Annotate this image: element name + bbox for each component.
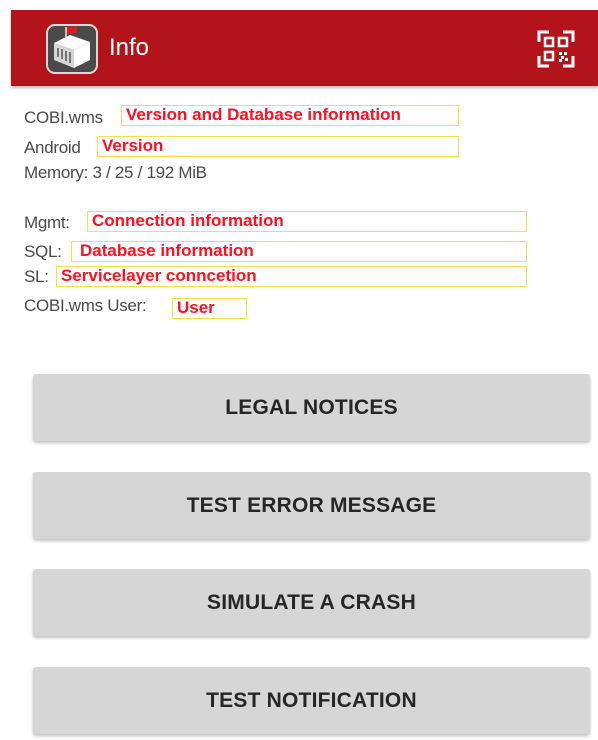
qr-code-scan-icon[interactable] [537, 30, 575, 68]
app-bar: Info [11, 10, 598, 86]
user-annotation: User [172, 298, 247, 319]
simulate-crash-label: SIMULATE A CRASH [207, 590, 416, 614]
mgmt-row: Mgmt: [24, 211, 70, 234]
sql-annotation: Database information [71, 241, 527, 262]
android-annotation: Version [97, 136, 459, 157]
mgmt-label: Mgmt: [24, 212, 70, 232]
page-title: Info [109, 34, 150, 61]
sl-row: SL: [24, 265, 49, 288]
user-label: COBI.wms User: [24, 295, 147, 315]
legal-notices-label: LEGAL NOTICES [225, 395, 398, 419]
legal-notices-button[interactable]: LEGAL NOTICES [33, 374, 590, 441]
version-label: COBI.wms [24, 107, 103, 127]
android-row: Android [24, 136, 81, 159]
android-label: Android [24, 137, 81, 157]
test-notification-label: TEST NOTIFICATION [206, 688, 417, 712]
test-notification-button[interactable]: TEST NOTIFICATION [33, 667, 590, 734]
test-error-message-label: TEST ERROR MESSAGE [186, 493, 437, 517]
simulate-crash-button[interactable]: SIMULATE A CRASH [33, 569, 590, 636]
mgmt-annotation: Connection information [87, 211, 527, 232]
user-row: COBI.wms User: [24, 294, 147, 317]
box-app-icon [46, 24, 98, 74]
version-annotation: Version and Database information [121, 105, 459, 126]
memory-text: Memory: 3 / 25 / 192 MiB [24, 162, 207, 182]
sl-label: SL: [24, 266, 49, 286]
test-error-message-button[interactable]: TEST ERROR MESSAGE [33, 472, 590, 539]
sql-row: SQL: [24, 240, 62, 263]
memory-row: Memory: 3 / 25 / 192 MiB [24, 161, 207, 184]
version-row: COBI.wms [24, 106, 103, 129]
sql-label: SQL: [24, 241, 62, 261]
sl-annotation: Servicelayer conncetion [56, 266, 527, 287]
